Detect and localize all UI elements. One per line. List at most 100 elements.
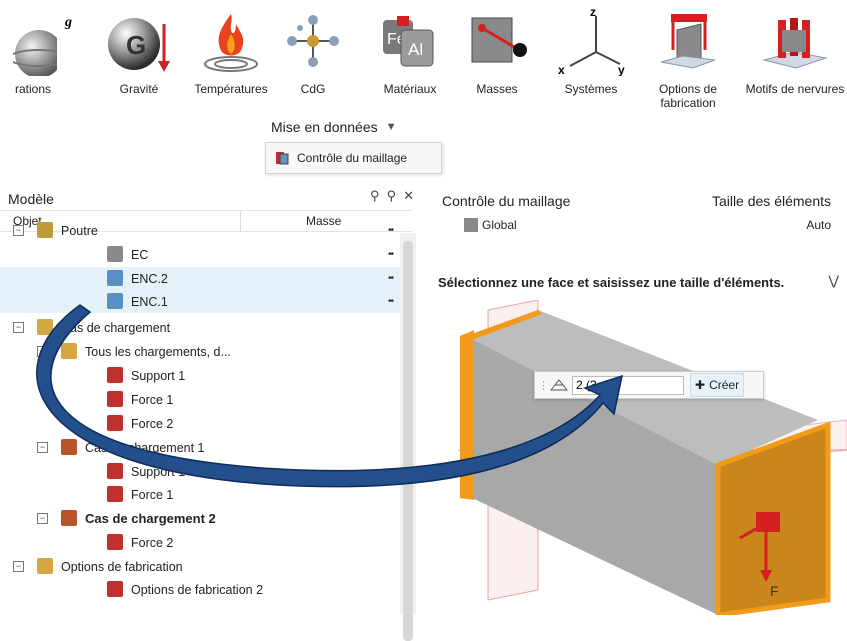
tree-row[interactable]: Force 2 <box>0 412 400 435</box>
scrollbar-thumb[interactable] <box>403 241 413 641</box>
expand-toggle-icon[interactable]: − <box>37 346 48 357</box>
double-chevron-down-icon[interactable]: ⋁ <box>828 273 839 289</box>
ribbon: g rations G Gravité Températures CdG Fe … <box>0 0 847 140</box>
ribbon-button-masses[interactable]: Masses <box>462 0 532 118</box>
tree-scrollbar[interactable] <box>400 233 416 641</box>
ribbon-button-gravity[interactable]: G Gravité <box>104 0 174 118</box>
support-icon <box>107 367 123 383</box>
mesh-control-icon <box>276 152 289 165</box>
tree-row-label: Tous les chargements, d... <box>85 344 231 359</box>
materials-fe-al-icon: Fe Al <box>383 16 434 67</box>
load-case-icon <box>61 510 77 526</box>
tree-row-label: Options de fabrication 2 <box>131 582 264 597</box>
expand-toggle-icon[interactable]: − <box>13 322 24 333</box>
ribbon-button-rib-patterns[interactable]: Motifs de nervures <box>745 0 845 118</box>
tree-row-label: Cas de chargement 2 <box>85 511 216 526</box>
support-icon <box>107 463 123 479</box>
global-swatch-icon <box>464 218 478 232</box>
ribbon-button-fabrication[interactable]: Options de fabrication <box>648 0 728 118</box>
temperature-flame-icon <box>204 14 258 72</box>
tree-row[interactable]: − Cas de chargement <box>0 316 400 339</box>
ribbon-label: Motifs de nervures <box>745 82 845 96</box>
tree-row[interactable]: ENC.1 •• <box>0 290 400 313</box>
create-label: Créer <box>709 378 740 392</box>
global-size-value[interactable]: Auto <box>806 218 831 232</box>
ribbon-label: Températures <box>194 82 268 96</box>
coordinate-system-icon: z x y <box>558 6 625 76</box>
mesh-size-toolbar: ⋮ ✚ Créer <box>534 371 764 399</box>
model-tree-panel: Modèle ⚲ ⚲ ✕ Objet Masse − Poutre •• EC •• EN… <box>0 183 418 641</box>
mass-value: •• <box>388 296 394 307</box>
element-size-input[interactable] <box>572 375 684 395</box>
tree-row[interactable]: Force 1 <box>0 388 400 411</box>
mesh-control-menu-item[interactable]: Contrôle du maillage <box>265 142 442 174</box>
x-label: x <box>558 63 565 76</box>
tree-row-label: Cas de chargement <box>61 320 171 335</box>
expand-toggle-icon[interactable]: − <box>37 442 48 453</box>
panel-tools: ⚲ ⚲ ✕ <box>370 188 414 204</box>
folder-icon <box>37 319 53 335</box>
model-viewport[interactable]: F <box>418 300 847 615</box>
tree-row[interactable]: Force 2 <box>0 531 400 554</box>
manufacturing-options-icon <box>660 14 716 69</box>
ribbon-button-temperatures[interactable]: Températures <box>191 0 271 118</box>
mesh-panel-title: Contrôle du maillage <box>442 193 571 209</box>
tree-row-label: ENC.1 <box>131 294 168 309</box>
force-icon <box>107 415 123 431</box>
tree-row-label: Force 1 <box>131 487 174 502</box>
al-label: Al <box>408 40 423 59</box>
plus-icon: ✚ <box>695 378 706 392</box>
center-of-gravity-icon <box>287 15 339 67</box>
part-blue-icon <box>107 270 123 286</box>
drag-grip-icon[interactable]: ⋮ <box>538 379 549 392</box>
binoculars-icon[interactable]: ⚲ <box>370 188 380 204</box>
folder-icon <box>61 343 77 359</box>
search-icon[interactable]: ⚲ <box>387 188 397 204</box>
panel-title: Modèle <box>8 191 54 207</box>
tree-row[interactable]: − Tous les chargements, d... <box>0 340 400 363</box>
tree-row[interactable]: − Options de fabrication <box>0 555 400 578</box>
y-label: y <box>618 63 625 76</box>
ribbon-button-systems[interactable]: z x y Systèmes <box>551 0 631 118</box>
mesh-size-icon <box>550 379 568 391</box>
tree-row[interactable]: − Cas de chargement 1 <box>0 436 400 459</box>
left-end-face[interactable] <box>460 330 474 500</box>
mass-icon <box>471 17 527 63</box>
tree-row[interactable]: EC •• <box>0 243 400 266</box>
expand-toggle-icon[interactable]: − <box>13 225 24 236</box>
create-button[interactable]: ✚ Créer <box>690 373 745 397</box>
tree-row[interactable]: − Cas de chargement 2 <box>0 507 400 530</box>
instruction-text: Sélectionnez une face et saisissez une t… <box>438 275 785 290</box>
ribbon-button-materials[interactable]: Fe Al Matériaux <box>375 0 445 118</box>
element-size-header: Taille des éléments <box>711 193 831 209</box>
ribbon-label: rations <box>14 82 52 96</box>
tree-row[interactable]: ENC.2 •• <box>0 267 400 290</box>
tree-row-label: Options de fabrication <box>61 559 183 574</box>
part-blue-icon <box>107 293 123 309</box>
mass-value: •• <box>388 273 394 284</box>
part-folder-icon <box>37 222 53 238</box>
g-letter: g <box>64 15 72 30</box>
expand-toggle-icon[interactable]: − <box>37 513 48 524</box>
ribbon-button-rotations[interactable]: g rations <box>8 0 88 118</box>
tree-row[interactable]: Support 1 <box>0 364 400 387</box>
ribbon-button-cdg[interactable]: CdG <box>278 0 348 118</box>
tree-row-label: Force 2 <box>131 535 174 550</box>
mesh-control-label: Contrôle du maillage <box>297 151 408 165</box>
global-row[interactable]: Global <box>464 218 517 232</box>
force-icon <box>107 391 123 407</box>
tree-row[interactable]: Support 1 <box>0 460 400 483</box>
tree-row[interactable]: − Poutre •• <box>0 219 400 242</box>
ribbon-label: Systèmes <box>564 82 618 96</box>
group-dropdown-arrow-icon: ▼ <box>385 121 397 133</box>
tree-row[interactable]: Options de fabrication 2 <box>0 578 400 601</box>
group-label-text: Mise en données <box>271 119 378 135</box>
tree-row-label: Force 2 <box>131 416 174 431</box>
ribbon-label: Matériaux <box>383 82 437 96</box>
z-label: z <box>590 6 596 19</box>
tree-row-label: Cas de chargement 1 <box>85 440 205 455</box>
close-icon[interactable]: ✕ <box>403 188 414 204</box>
ribbon-group-label[interactable]: Mise en données ▼ <box>271 119 397 135</box>
expand-toggle-icon[interactable]: − <box>13 561 24 572</box>
tree-row[interactable]: Force 1 <box>0 483 400 506</box>
